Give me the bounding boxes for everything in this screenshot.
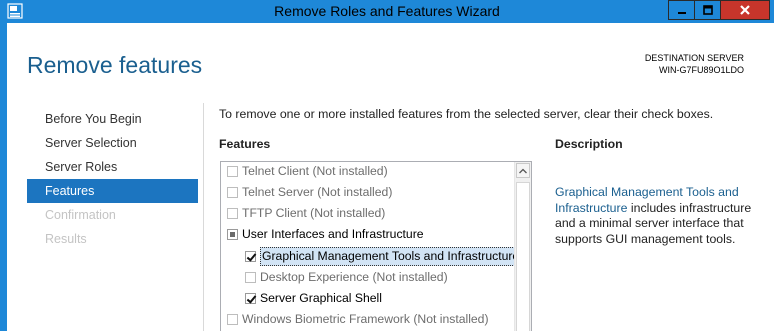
- maximize-icon: [702, 5, 713, 15]
- nav-item-confirmation: Confirmation: [45, 208, 116, 222]
- feature-row[interactable]: User Interfaces and Infrastructure: [221, 224, 514, 245]
- feature-label: Telnet Server (Not installed): [242, 185, 393, 199]
- window-title: Remove Roles and Features Wizard: [274, 3, 500, 19]
- minimize-button[interactable]: [668, 0, 695, 20]
- feature-description: Graphical Management Tools and Infrastru…: [555, 185, 765, 247]
- nav-item-before-you-begin[interactable]: Before You Begin: [27, 107, 198, 131]
- nav-item-features[interactable]: Features: [27, 179, 198, 203]
- feature-checkbox[interactable]: [227, 314, 238, 325]
- wizard-content: Remove features DESTINATION SERVER WIN-G…: [7, 23, 774, 331]
- feature-row[interactable]: Server Graphical Shell: [221, 288, 514, 309]
- feature-checkbox[interactable]: [227, 229, 238, 240]
- destination-label: DESTINATION SERVER: [644, 53, 744, 63]
- wizard-window: Remove Roles and Features Wizard Remove …: [0, 0, 774, 331]
- minimize-icon: [677, 12, 686, 14]
- scroll-thumb[interactable]: [516, 182, 530, 331]
- feature-row[interactable]: TFTP Client (Not installed): [221, 203, 514, 224]
- feature-checkbox[interactable]: [227, 187, 238, 198]
- feature-row[interactable]: Windows Biometric Framework (Not install…: [221, 309, 514, 330]
- feature-row[interactable]: Desktop Experience (Not installed): [221, 267, 514, 288]
- feature-checkbox[interactable]: [245, 272, 256, 283]
- feature-checkbox[interactable]: [245, 293, 256, 304]
- feature-label: User Interfaces and Infrastructure: [242, 227, 424, 241]
- feature-checkbox[interactable]: [245, 251, 256, 262]
- feature-row[interactable]: Telnet Client (Not installed): [221, 162, 514, 182]
- feature-label: Windows Biometric Framework (Not install…: [242, 312, 489, 326]
- feature-row[interactable]: Telnet Server (Not installed): [221, 182, 514, 203]
- nav-divider: [203, 103, 204, 331]
- page-title: Remove features: [27, 52, 203, 78]
- feature-label: TFTP Client (Not installed): [242, 206, 386, 220]
- maximize-button[interactable]: [694, 0, 721, 20]
- feature-label: Graphical Management Tools and Infrastru…: [260, 247, 522, 266]
- features-scrollbar[interactable]: [514, 162, 531, 331]
- nav-item-server-roles[interactable]: Server Roles: [27, 155, 198, 179]
- intro-text: To remove one or more installed features…: [219, 107, 714, 121]
- nav-item-results: Results: [45, 232, 87, 246]
- feature-row[interactable]: Graphical Management Tools and Infrastru…: [221, 246, 522, 267]
- feature-checkbox[interactable]: [227, 166, 238, 177]
- close-icon: [740, 5, 750, 15]
- feature-label: Server Graphical Shell: [260, 291, 382, 305]
- destination-server-name: WIN-G7FU89O1LDO: [658, 65, 744, 75]
- features-heading: Features: [219, 137, 271, 151]
- chevron-up-icon: [519, 168, 527, 173]
- features-tree[interactable]: Windows Biometric Framework (Not install…: [220, 161, 532, 331]
- nav-item-server-selection[interactable]: Server Selection: [27, 131, 198, 155]
- destination-server-info: DESTINATION SERVER WIN-G7FU89O1LDO: [645, 52, 744, 76]
- wizard-nav: Before You Begin Server Selection Server R…: [27, 107, 198, 251]
- feature-checkbox[interactable]: [227, 208, 238, 219]
- scroll-up-button[interactable]: [516, 163, 530, 178]
- description-heading: Description: [555, 137, 623, 151]
- close-button[interactable]: [720, 0, 770, 20]
- title-bar[interactable]: Remove Roles and Features Wizard: [0, 0, 774, 23]
- feature-label: Telnet Client (Not installed): [242, 164, 388, 178]
- feature-label: Desktop Experience (Not installed): [260, 270, 448, 284]
